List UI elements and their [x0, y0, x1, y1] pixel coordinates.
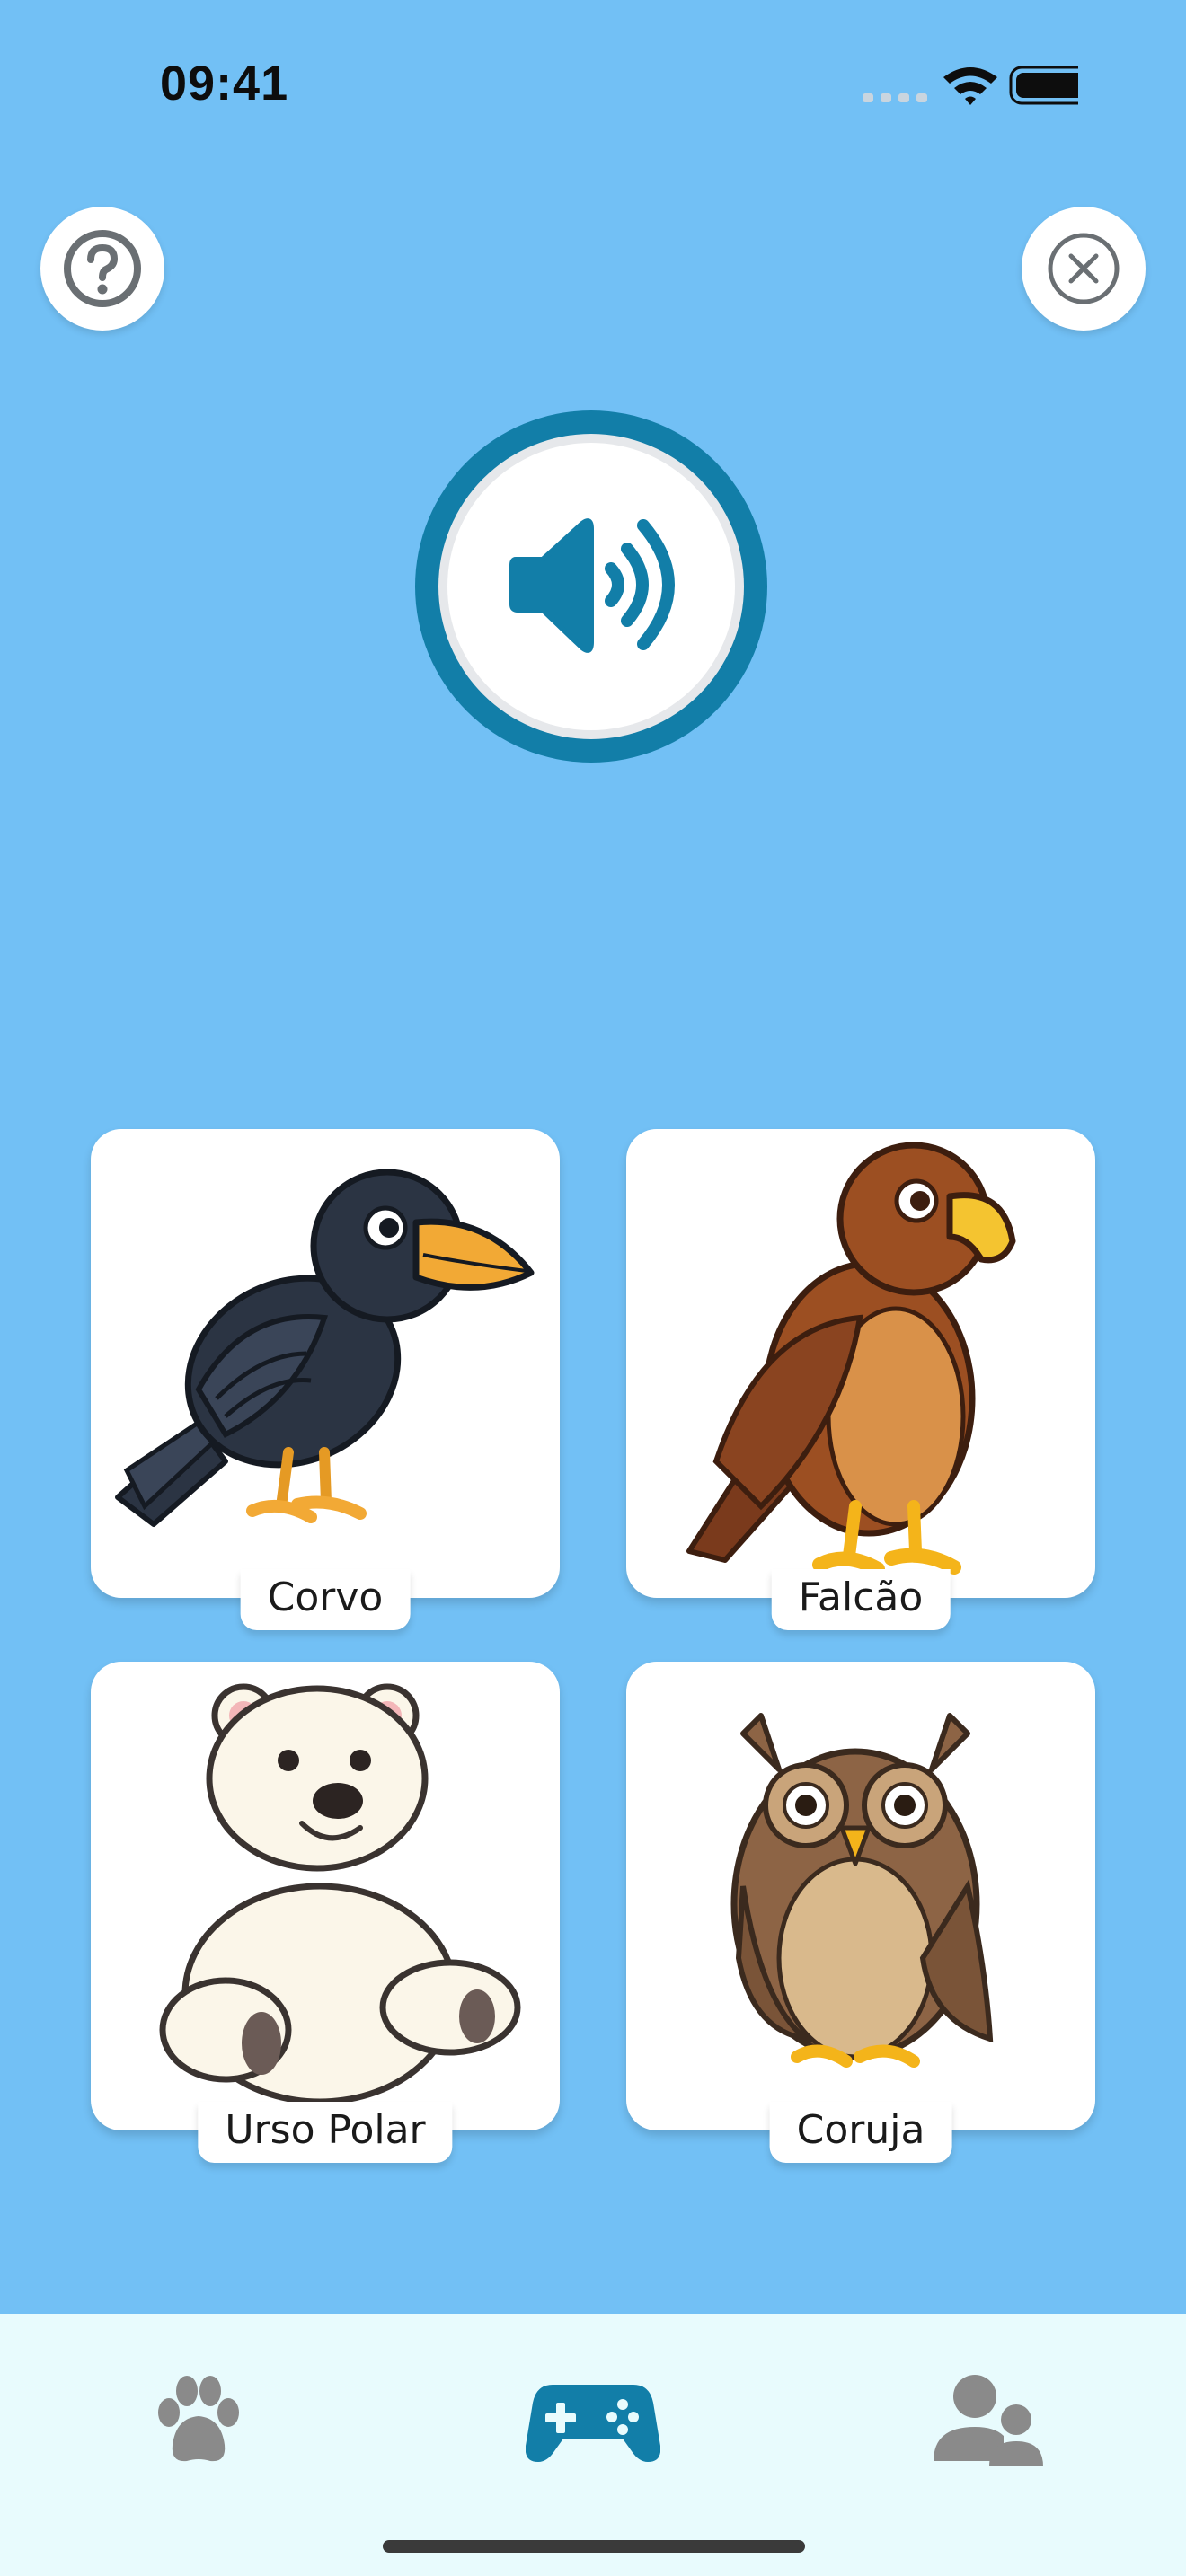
battery-icon: [1009, 66, 1092, 105]
home-indicator: [383, 2540, 805, 2553]
status-time: 09:41: [160, 57, 289, 110]
polar-bear-illustration: [159, 1683, 521, 2105]
x-circle-icon: [1048, 233, 1120, 304]
option-label: Corvo: [240, 1569, 411, 1630]
option-card-crow[interactable]: Corvo: [91, 1129, 560, 1630]
users-icon: [934, 2375, 1043, 2466]
play-sound-button[interactable]: [415, 410, 767, 763]
owl-illustration: [730, 1713, 994, 2068]
option-card-hawk[interactable]: Falcão: [626, 1129, 1095, 1630]
option-card-polar-bear[interactable]: Urso Polar: [91, 1662, 560, 2163]
cellular-signal-icon: [863, 93, 927, 102]
gamepad-icon: [526, 2385, 660, 2462]
crow-illustration: [115, 1169, 535, 1527]
tab-bar: [0, 2314, 1186, 2576]
question-circle-icon: [64, 230, 141, 307]
wifi-icon: [943, 67, 997, 105]
tab-games[interactable]: [526, 2362, 660, 2479]
option-label: Falcão: [771, 1569, 951, 1630]
option-label: Coruja: [769, 2102, 952, 2163]
paw-icon: [158, 2376, 239, 2462]
tab-profiles[interactable]: [921, 2362, 1056, 2479]
help-button[interactable]: [40, 207, 164, 331]
speaker-wave-icon: [509, 518, 675, 653]
option-card-owl[interactable]: Coruja: [626, 1662, 1095, 2163]
hawk-illustration: [686, 1142, 1016, 1576]
close-button[interactable]: [1022, 207, 1146, 331]
option-label: Urso Polar: [198, 2102, 453, 2163]
status-icons: [809, 63, 1092, 108]
tab-animals[interactable]: [131, 2362, 266, 2479]
